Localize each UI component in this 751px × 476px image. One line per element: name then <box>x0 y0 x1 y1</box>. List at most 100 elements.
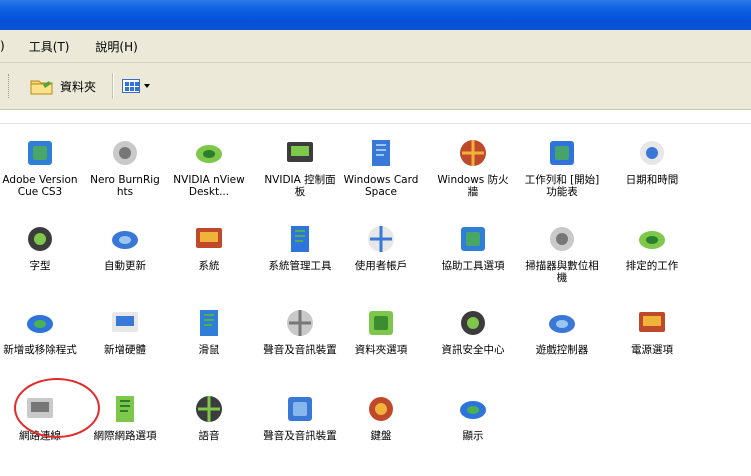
sounds-audio-devices-icon <box>288 397 312 421</box>
control-panel-item-adobe-version-cue[interactable]: Adobe Version Cue CS3 <box>2 136 78 220</box>
automatic-updates-icon <box>112 231 138 249</box>
control-panel-item-label: 工作列和 [開始] 功能表 <box>524 174 600 198</box>
nvidia-nview-icon <box>196 145 222 163</box>
highlight-circle <box>14 378 100 438</box>
control-panel-item-label: 自動更新 <box>104 260 146 272</box>
control-panel-item-label: 鍵盤 <box>370 430 392 442</box>
control-panel-item-label: 字型 <box>29 260 51 272</box>
control-panel-item-taskbar-start-menu[interactable]: 工作列和 [開始] 功能表 <box>524 136 600 220</box>
title-bar <box>0 0 751 30</box>
scheduled-tasks-icon <box>639 231 665 249</box>
control-panel-item-label: Windows 防火牆 <box>437 174 509 198</box>
internet-options-icon <box>116 396 134 422</box>
control-panel-item-label: 新增或移除程式 <box>3 344 77 356</box>
mouse-icon <box>200 310 218 336</box>
toolbar-separator <box>112 73 115 99</box>
speech-icon <box>196 396 222 422</box>
menu-item-help[interactable]: 說明(H) <box>91 36 141 57</box>
control-panel-item-nvidia-control-panel[interactable]: NVIDIA 控制面板 <box>262 136 338 220</box>
views-button[interactable] <box>122 79 151 93</box>
control-panel-item-label: 資料夾選項 <box>354 344 408 356</box>
views-icon <box>122 79 141 93</box>
control-panel-item-mouse[interactable]: 滑鼠 <box>171 306 247 390</box>
control-panel-item-label: 語音 <box>198 430 220 442</box>
menu-item-truncated[interactable]: ) <box>0 37 5 55</box>
user-accounts-icon <box>368 226 394 252</box>
fonts-icon <box>28 227 52 251</box>
control-panel-item-label: 排定的工作 <box>625 260 679 272</box>
content-divider <box>0 123 751 124</box>
control-panel-item-label: 聲音及音訊裝置 <box>263 430 337 442</box>
menu-bar: ) 工具(T) 說明(H) <box>0 30 751 63</box>
control-panel-item-power-options[interactable]: 電源選項 <box>614 306 690 390</box>
chevron-down-icon <box>144 84 151 88</box>
control-panel-item-label: 遊戲控制器 <box>535 344 589 356</box>
firewall-icon <box>460 140 486 166</box>
control-panel-item-label: 協助工具選項 <box>441 260 505 272</box>
control-panel-item-cardspace[interactable]: Windows CardSpace <box>343 136 419 220</box>
toolbar: 資料夾 <box>0 63 751 110</box>
folders-button[interactable]: 資料夾 <box>23 72 102 100</box>
control-panel-item-label: 使用者帳戶 <box>354 260 408 272</box>
control-panel-item-label: 掃描器與數位相機 <box>525 260 599 284</box>
security-center-icon <box>461 311 485 335</box>
control-panel-item-add-remove-programs[interactable]: 新增或移除程式 <box>2 306 78 390</box>
control-panel-item-label: 資訊安全中心 <box>441 344 505 356</box>
cardspace-icon <box>372 140 390 166</box>
control-panel-item-display[interactable]: 顯示 <box>435 392 511 476</box>
system-icon <box>196 228 222 248</box>
control-panel-item-nero-burnrights[interactable]: Nero BurnRights <box>87 136 163 220</box>
admin-tools-icon <box>291 226 309 252</box>
game-controllers-icon <box>549 315 575 333</box>
adobe-version-cue-icon <box>28 141 52 165</box>
control-panel-item-label: 新增硬體 <box>104 344 146 356</box>
control-panel-item-label: NVIDIA 控制面板 <box>264 174 336 198</box>
date-time-icon <box>640 141 664 165</box>
control-panel-item-security-center[interactable]: 資訊安全中心 <box>435 306 511 390</box>
folders-button-label: 資料夾 <box>60 79 97 94</box>
control-panel-item-firewall[interactable]: Windows 防火牆 <box>435 136 511 220</box>
control-panel-item-label: 電源選項 <box>631 344 673 356</box>
add-remove-programs-icon <box>27 315 53 333</box>
nero-burnrights-icon <box>113 141 137 165</box>
control-panel-item-label: 聲音及音訊裝置 <box>263 344 337 356</box>
control-panel-item-sounds-audio-devices[interactable]: 聲音及音訊裝置 <box>262 392 338 476</box>
sounds-audio-icon <box>287 310 313 336</box>
control-panel-item-label: 系統管理工具 <box>268 260 332 272</box>
control-panel-item-scheduled-tasks[interactable]: 排定的工作 <box>614 222 690 306</box>
folder-icon <box>30 80 53 95</box>
control-panel-content: Adobe Version Cue CS3 Nero BurnRights NVID… <box>0 110 751 455</box>
control-panel-item-fonts[interactable]: 字型 <box>2 222 78 306</box>
folder-options-icon <box>369 311 393 335</box>
control-panel-item-admin-tools[interactable]: 系統管理工具 <box>262 222 338 306</box>
toolbar-grip[interactable] <box>8 74 11 98</box>
power-options-icon <box>639 312 665 332</box>
scanner-camera-icon <box>550 227 574 251</box>
control-panel-item-nvidia-nview[interactable]: NVIDIA nView Deskt... <box>171 136 247 220</box>
control-panel-item-automatic-updates[interactable]: 自動更新 <box>87 222 163 306</box>
control-panel-item-date-time[interactable]: 日期和時間 <box>614 136 690 220</box>
display-icon <box>460 401 486 419</box>
control-panel-item-label: 滑鼠 <box>198 344 220 356</box>
control-panel-item-folder-options[interactable]: 資料夾選項 <box>343 306 419 390</box>
control-panel-item-user-accounts[interactable]: 使用者帳戶 <box>343 222 419 306</box>
control-panel-item-scanner-camera[interactable]: 掃描器與數位相機 <box>524 222 600 306</box>
control-panel-item-label: 顯示 <box>462 430 484 442</box>
control-panel-item-label: 網際網路選項 <box>93 430 157 442</box>
taskbar-start-menu-icon <box>550 141 574 165</box>
control-panel-item-game-controllers[interactable]: 遊戲控制器 <box>524 306 600 390</box>
add-hardware-icon <box>112 312 138 332</box>
control-panel-item-label: Windows CardSpace <box>343 174 419 198</box>
keyboard-icon <box>369 397 393 421</box>
nvidia-control-panel-icon <box>287 142 313 162</box>
control-panel-item-label: 系統 <box>198 260 220 272</box>
control-panel-item-keyboard[interactable]: 鍵盤 <box>343 392 419 476</box>
menu-item-tools[interactable]: 工具(T) <box>25 36 74 57</box>
control-panel-item-sounds-audio[interactable]: 聲音及音訊裝置 <box>262 306 338 390</box>
control-panel-item-add-hardware[interactable]: 新增硬體 <box>87 306 163 390</box>
control-panel-item-speech[interactable]: 語音 <box>171 392 247 476</box>
control-panel-item-label: Adobe Version Cue CS3 <box>2 174 78 198</box>
accessibility-icon <box>461 227 485 251</box>
control-panel-item-accessibility[interactable]: 協助工具選項 <box>435 222 511 306</box>
control-panel-item-system[interactable]: 系統 <box>171 222 247 306</box>
